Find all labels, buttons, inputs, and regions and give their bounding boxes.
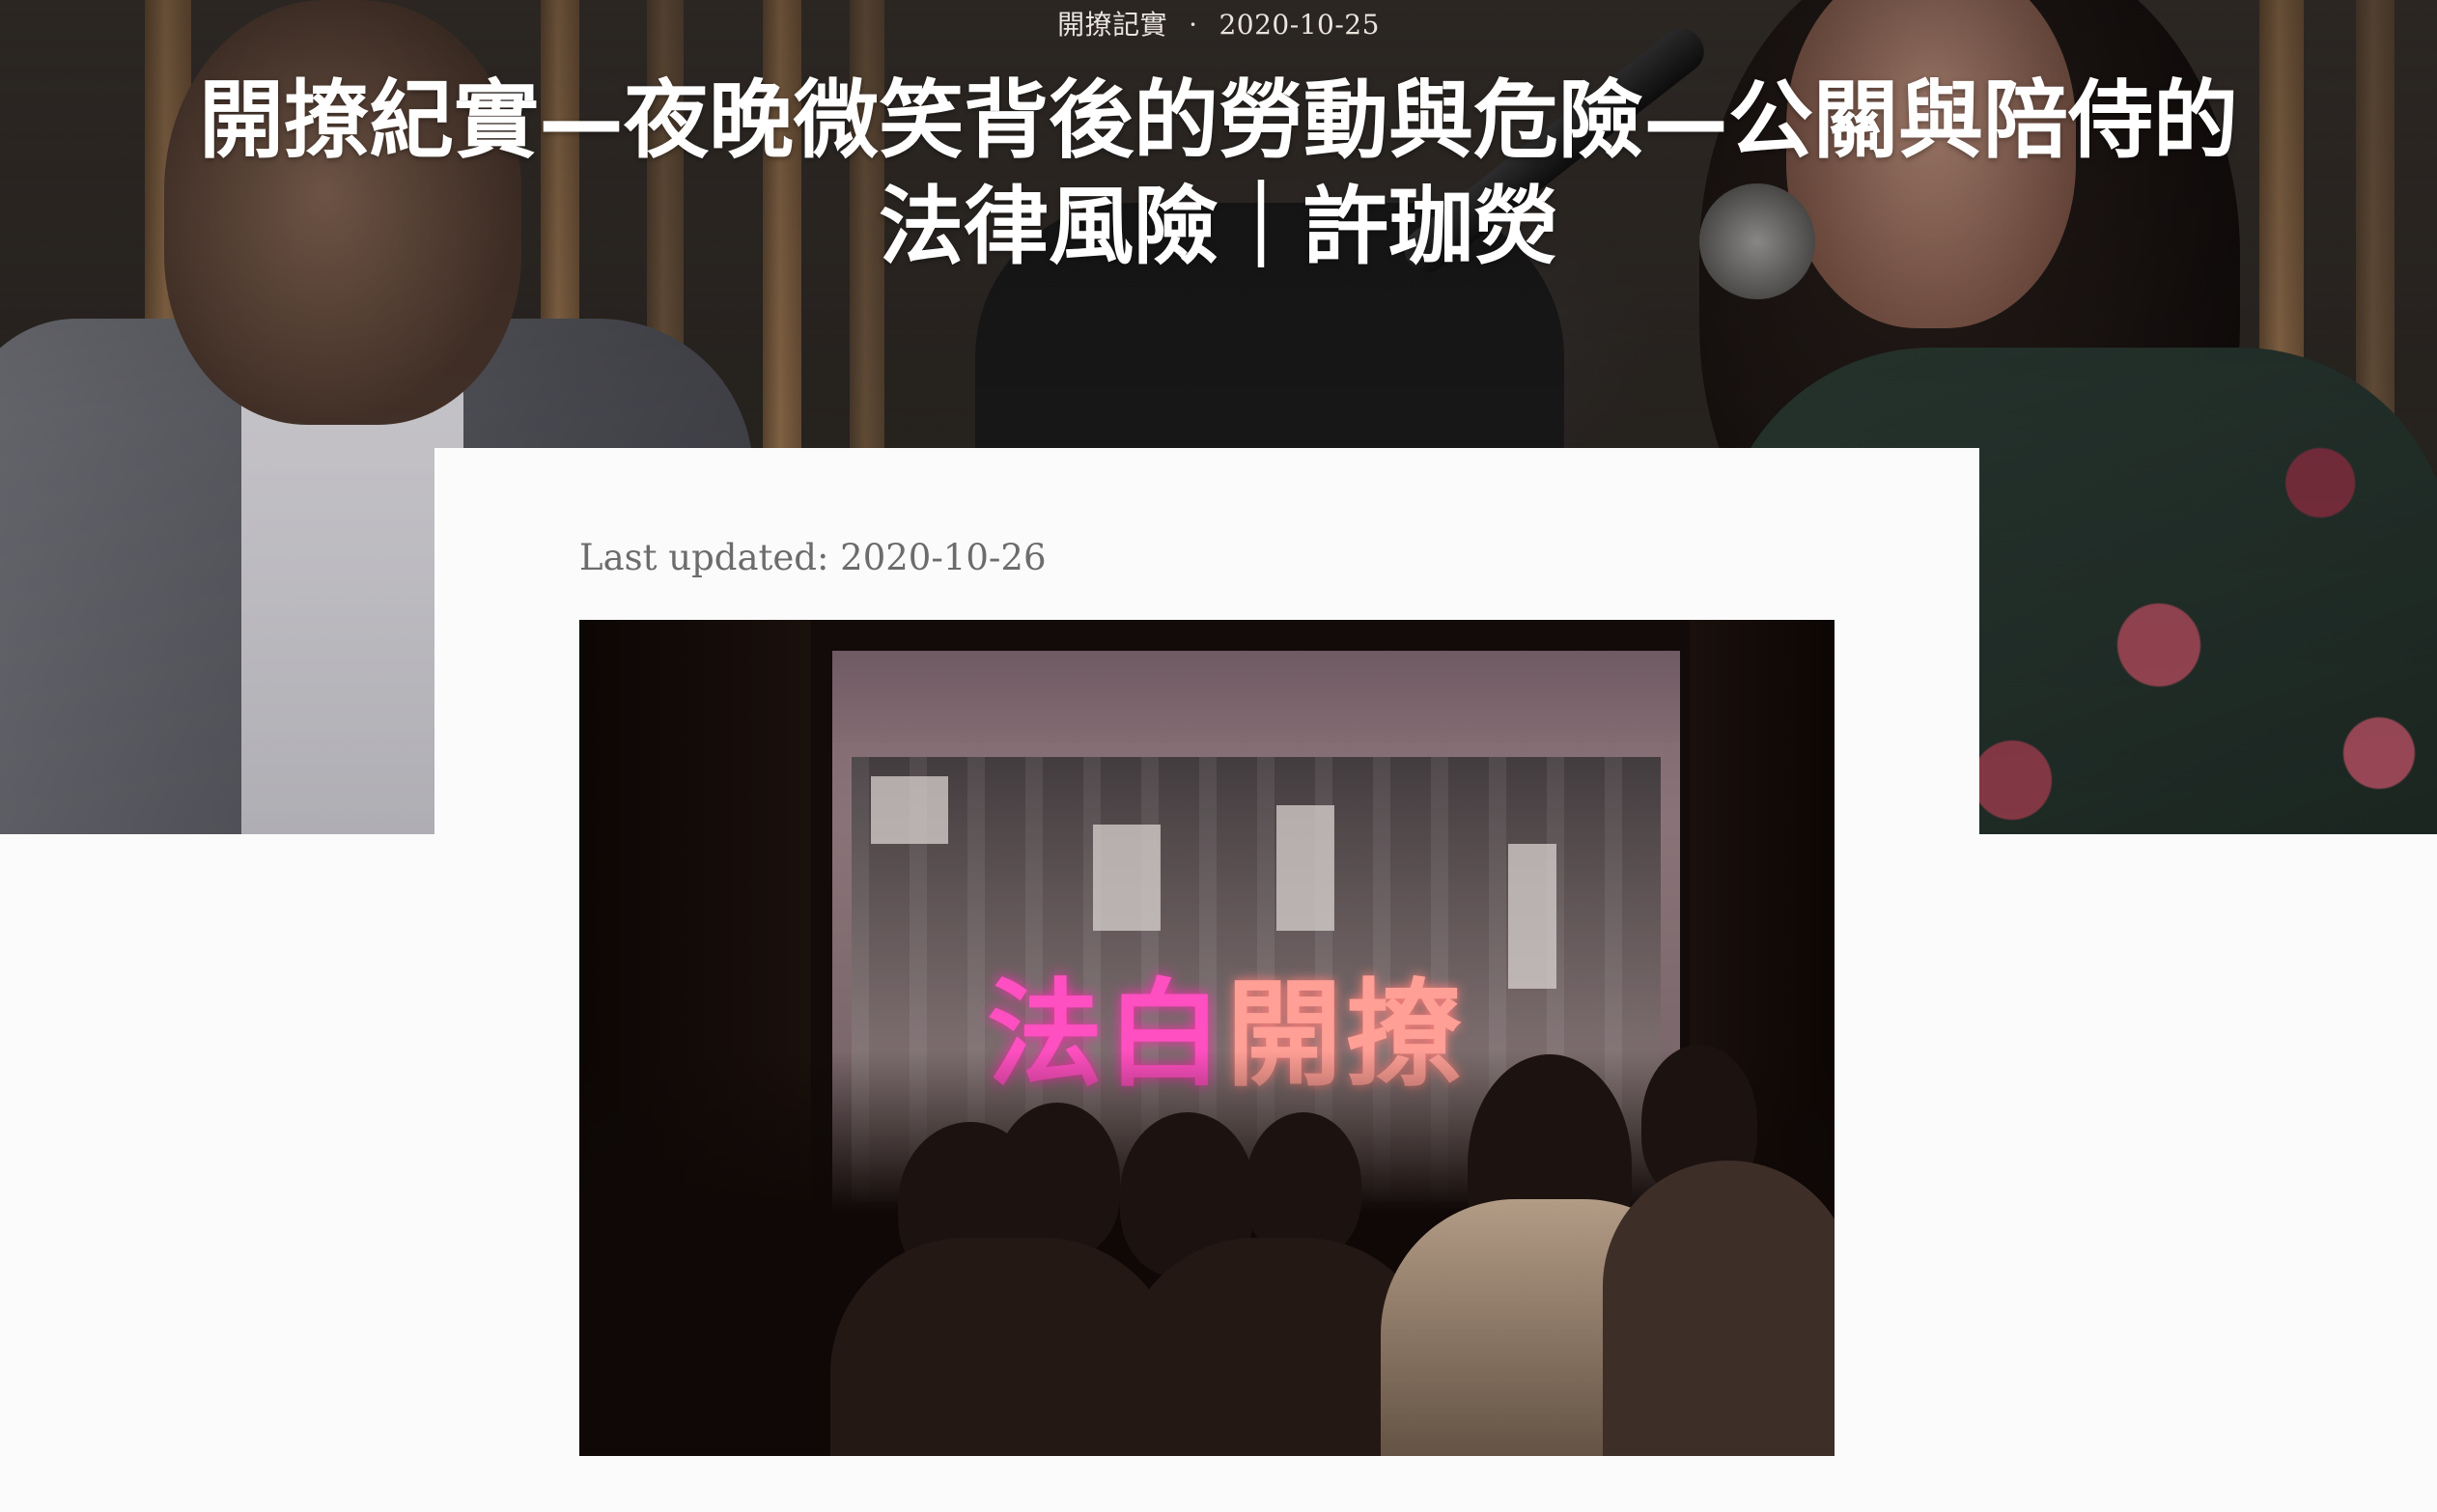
meta-separator: · <box>1189 9 1198 41</box>
audience-head <box>994 1103 1120 1257</box>
audience-head <box>1246 1112 1361 1257</box>
post-date: 2020-10-25 <box>1218 9 1380 41</box>
street-sign <box>1276 805 1334 931</box>
street-sign <box>1508 844 1556 989</box>
screen-top <box>832 651 1680 743</box>
post-title: 開撩紀實—夜晚微笑背後的勞動與危險—公關與陪侍的法律風險｜許珈熒 <box>198 70 2238 276</box>
article-photo: 法白開撩 <box>579 620 1835 1456</box>
post-category[interactable]: 開撩記實 <box>1057 9 1167 41</box>
street-sign <box>1093 825 1161 931</box>
last-updated: Last updated: 2020-10-26 <box>579 537 1047 578</box>
post-meta: 開撩記實 · 2020-10-25 <box>0 4 2437 42</box>
street-sign <box>871 776 948 844</box>
article-content: Last updated: 2020-10-26 法白開撩 <box>434 448 1979 1512</box>
audience-body <box>1603 1161 1835 1456</box>
